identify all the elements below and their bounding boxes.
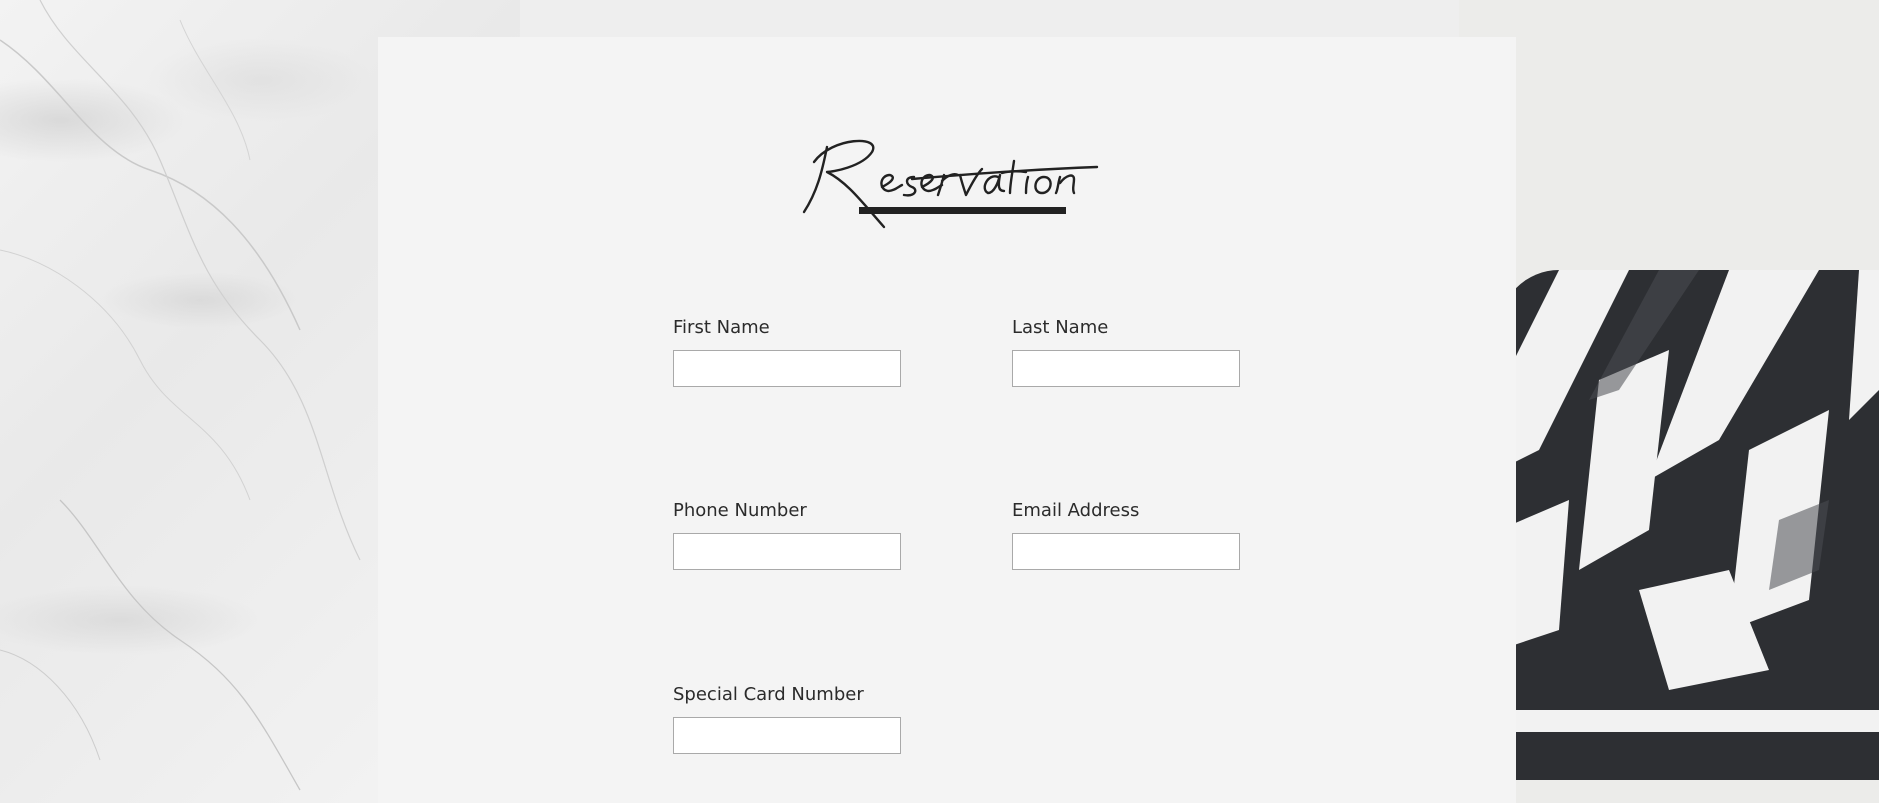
first-name-input[interactable] bbox=[673, 350, 901, 387]
special-card-number-input[interactable] bbox=[673, 717, 901, 754]
last-name-input[interactable] bbox=[1012, 350, 1240, 387]
reservation-panel: First Name Last Name Phone Number Email … bbox=[378, 37, 1516, 803]
email-address-input[interactable] bbox=[1012, 533, 1240, 570]
striped-towel-image bbox=[1499, 270, 1879, 780]
phone-number-label: Phone Number bbox=[673, 500, 807, 521]
email-address-field: Email Address bbox=[1012, 500, 1242, 570]
last-name-field: Last Name bbox=[1012, 317, 1242, 387]
email-address-label: Email Address bbox=[1012, 500, 1140, 521]
phone-number-field: Phone Number bbox=[673, 500, 903, 570]
special-card-number-label: Special Card Number bbox=[673, 684, 864, 705]
phone-number-input[interactable] bbox=[673, 533, 901, 570]
first-name-field: First Name bbox=[673, 317, 903, 387]
reservation-logo bbox=[378, 127, 1516, 287]
special-card-number-field: Special Card Number bbox=[673, 684, 903, 754]
first-name-label: First Name bbox=[673, 317, 770, 338]
reservation-script-title bbox=[802, 139, 1099, 229]
last-name-label: Last Name bbox=[1012, 317, 1109, 338]
